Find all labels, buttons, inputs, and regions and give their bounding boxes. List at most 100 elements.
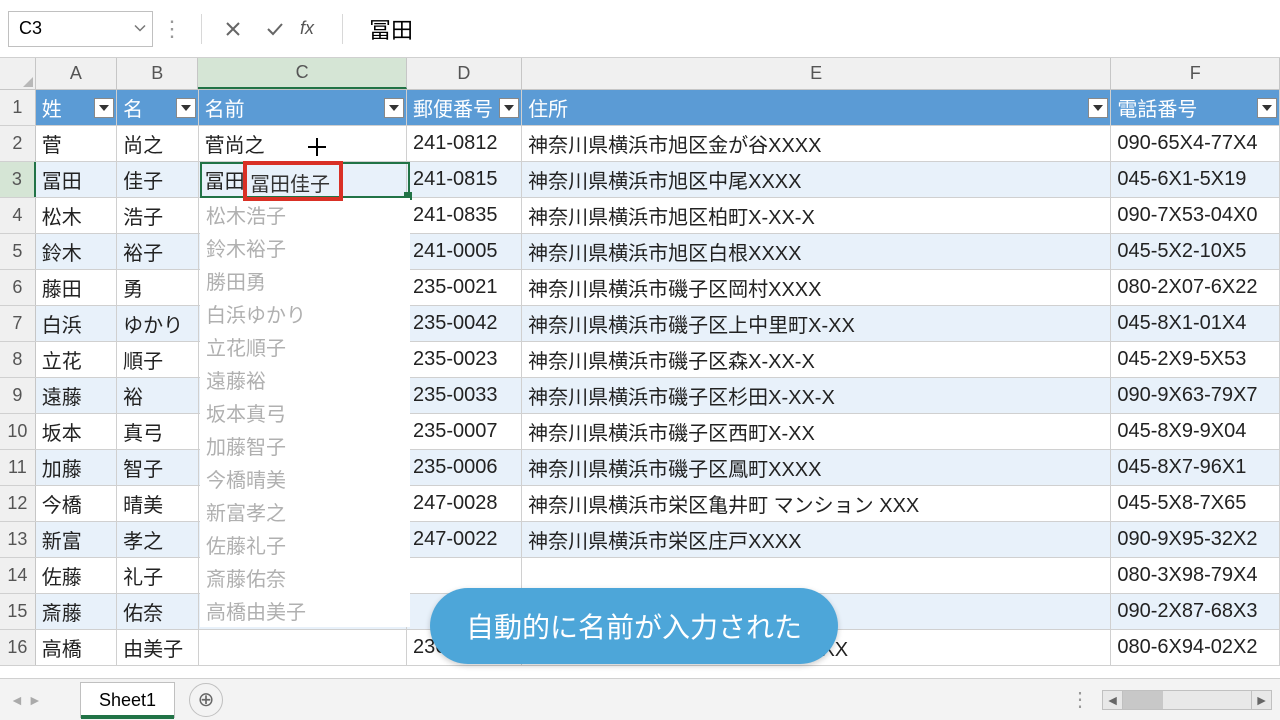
horizontal-scrollbar[interactable]: ◄ ► xyxy=(1102,690,1272,710)
cell[interactable]: 浩子 xyxy=(117,198,198,233)
scroll-thumb[interactable] xyxy=(1123,691,1163,709)
cell[interactable]: 神奈川県横浜市栄区庄戸XXXX xyxy=(522,522,1111,557)
row-header-5[interactable]: 5 xyxy=(0,234,36,269)
cell[interactable]: 241-0812 xyxy=(407,126,522,161)
cell[interactable]: 神奈川県横浜市磯子区杉田X-XX-X xyxy=(522,378,1111,413)
cell[interactable]: 今橋 xyxy=(36,486,117,521)
cell[interactable]: 孝之 xyxy=(117,522,198,557)
row-header-4[interactable]: 4 xyxy=(0,198,36,233)
sheet-tab[interactable]: Sheet1 xyxy=(80,682,175,718)
column-header-C[interactable]: C xyxy=(198,58,406,89)
row-header-2[interactable]: 2 xyxy=(0,126,36,161)
cell[interactable]: 藤田 xyxy=(36,270,117,305)
cell[interactable]: 045-5X2-10X5 xyxy=(1111,234,1280,269)
cell[interactable]: 鈴木 xyxy=(36,234,117,269)
cell[interactable]: 裕 xyxy=(117,378,198,413)
cell[interactable]: 090-7X53-04X0 xyxy=(1111,198,1280,233)
select-all-corner[interactable] xyxy=(0,58,36,89)
cell[interactable]: 045-2X9-5X53 xyxy=(1111,342,1280,377)
cell[interactable]: 神奈川県横浜市磯子区森X-XX-X xyxy=(522,342,1111,377)
cell[interactable]: 045-5X8-7X65 xyxy=(1111,486,1280,521)
cell[interactable]: 090-2X87-68X3 xyxy=(1111,594,1280,629)
cell[interactable]: 神奈川県横浜市旭区中尾XXXX xyxy=(522,162,1111,197)
cell[interactable]: 045-8X9-9X04 xyxy=(1111,414,1280,449)
cell[interactable]: 佐藤 xyxy=(36,558,117,593)
cell[interactable]: 裕子 xyxy=(117,234,198,269)
cell[interactable]: 菅尚之 xyxy=(199,126,407,161)
cell[interactable]: 晴美 xyxy=(117,486,198,521)
name-box[interactable]: C3 xyxy=(8,11,153,47)
cell[interactable]: 加藤 xyxy=(36,450,117,485)
cell[interactable]: 智子 xyxy=(117,450,198,485)
cell[interactable]: 247-0028 xyxy=(407,486,522,521)
row-header-3[interactable]: 3 xyxy=(0,162,36,197)
cell[interactable]: 順子 xyxy=(117,342,198,377)
cell[interactable]: 坂本 xyxy=(36,414,117,449)
new-sheet-button[interactable]: ⊕ xyxy=(189,683,223,717)
cell[interactable]: 241-0835 xyxy=(407,198,522,233)
cell[interactable]: 241-0005 xyxy=(407,234,522,269)
cell[interactable]: 佑奈 xyxy=(117,594,198,629)
fx-icon[interactable]: fx xyxy=(300,18,314,39)
row-header-12[interactable]: 12 xyxy=(0,486,36,521)
table-header-cell[interactable]: 姓 xyxy=(36,90,117,125)
cell[interactable]: 235-0006 xyxy=(407,450,522,485)
cell[interactable]: 045-8X1-01X4 xyxy=(1111,306,1280,341)
cell[interactable]: 真弓 xyxy=(117,414,198,449)
cell[interactable]: 神奈川県横浜市旭区白根XXXX xyxy=(522,234,1111,269)
cell[interactable]: 高橋 xyxy=(36,630,117,665)
scroll-right-icon[interactable]: ► xyxy=(1251,691,1271,709)
cell[interactable]: 080-3X98-79X4 xyxy=(1111,558,1280,593)
cell[interactable]: 247-0022 xyxy=(407,522,522,557)
cell[interactable]: 神奈川県横浜市磯子区西町X-XX xyxy=(522,414,1111,449)
filter-dropdown-button[interactable] xyxy=(94,98,114,118)
cell[interactable]: 235-0007 xyxy=(407,414,522,449)
row-header-7[interactable]: 7 xyxy=(0,306,36,341)
cell[interactable]: 白浜 xyxy=(36,306,117,341)
cell[interactable]: 立花 xyxy=(36,342,117,377)
cell[interactable]: 新富 xyxy=(36,522,117,557)
table-header-cell[interactable]: 住所 xyxy=(522,90,1111,125)
cell[interactable]: 神奈川県横浜市旭区柏町X-XX-X xyxy=(522,198,1111,233)
cell[interactable]: 佳子 xyxy=(117,162,198,197)
cell[interactable]: 神奈川県横浜市磯子区上中里町X-XX xyxy=(522,306,1111,341)
cell[interactable]: 神奈川県横浜市磯子区鳳町XXXX xyxy=(522,450,1111,485)
cell[interactable]: 235-0033 xyxy=(407,378,522,413)
cell[interactable]: 神奈川県横浜市磯子区岡村XXXX xyxy=(522,270,1111,305)
table-header-cell[interactable]: 名前 xyxy=(199,90,407,125)
column-header-E[interactable]: E xyxy=(522,58,1111,89)
cell[interactable]: 235-0021 xyxy=(407,270,522,305)
cell[interactable]: 遠藤 xyxy=(36,378,117,413)
formula-input[interactable] xyxy=(353,16,1280,42)
chevron-right-icon[interactable]: ► xyxy=(28,692,42,708)
column-header-B[interactable]: B xyxy=(117,58,198,89)
filter-dropdown-button[interactable] xyxy=(176,98,196,118)
chevron-down-icon[interactable] xyxy=(134,18,146,39)
cell[interactable]: 尚之 xyxy=(117,126,198,161)
cell[interactable]: 090-9X95-32X2 xyxy=(1111,522,1280,557)
cell[interactable]: 241-0815 xyxy=(407,162,522,197)
filter-dropdown-button[interactable] xyxy=(1257,98,1277,118)
cell[interactable]: 神奈川県横浜市栄区亀井町 マンション XXX xyxy=(522,486,1111,521)
confirm-edit-button[interactable] xyxy=(260,14,290,44)
sheet-nav-arrows[interactable]: ◄ ► xyxy=(0,692,60,708)
row-header-15[interactable]: 15 xyxy=(0,594,36,629)
row-header-6[interactable]: 6 xyxy=(0,270,36,305)
table-header-cell[interactable]: 郵便番号 xyxy=(407,90,522,125)
cell[interactable]: 045-8X7-96X1 xyxy=(1111,450,1280,485)
cell[interactable]: 菅 xyxy=(36,126,117,161)
column-header-F[interactable]: F xyxy=(1111,58,1280,89)
cell[interactable]: 045-6X1-5X19 xyxy=(1111,162,1280,197)
cell[interactable] xyxy=(199,630,407,665)
cell[interactable]: 冨田 xyxy=(36,162,117,197)
table-header-cell[interactable]: 電話番号 xyxy=(1111,90,1280,125)
column-header-A[interactable]: A xyxy=(36,58,117,89)
cell[interactable]: 080-6X94-02X2 xyxy=(1111,630,1280,665)
cell[interactable]: 由美子 xyxy=(117,630,198,665)
table-header-cell[interactable]: 名 xyxy=(117,90,198,125)
filter-dropdown-button[interactable] xyxy=(1088,98,1108,118)
row-header-9[interactable]: 9 xyxy=(0,378,36,413)
row-header-1[interactable]: 1 xyxy=(0,90,36,125)
row-header-16[interactable]: 16 xyxy=(0,630,36,665)
cell[interactable]: 松木 xyxy=(36,198,117,233)
